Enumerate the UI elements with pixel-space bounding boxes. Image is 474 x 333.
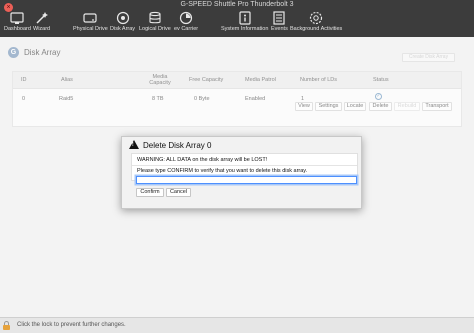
toolbar-dashboard[interactable]: Dashboard (4, 11, 31, 32)
toolbar-wizard[interactable]: Wizard (33, 11, 50, 32)
activity-icon (309, 11, 323, 25)
delete-disk-array-dialog: ! Delete Disk Array 0 WARNING: ALL DATA … (121, 136, 362, 209)
warning-text: WARNING: ALL DATA on the disk array will… (137, 157, 268, 163)
toolbar-label: System Information (221, 26, 269, 32)
toolbar-events[interactable]: Events (271, 11, 288, 32)
prompt-text: Please type CONFIRM to verify that you w… (137, 168, 308, 174)
toolbar-physical-drive[interactable]: Physical Drive (73, 11, 108, 32)
toolbar-label: Physical Drive (73, 26, 108, 32)
carrier-icon (179, 11, 193, 25)
dialog-title: Delete Disk Array 0 (143, 141, 212, 150)
toolbar-label: ev Carrier (174, 26, 199, 32)
cancel-button[interactable]: Cancel (166, 188, 191, 197)
toolbar-label: Dashboard (4, 26, 31, 32)
toolbar-system-information[interactable]: System Information (221, 11, 268, 32)
toolbar-label: Events (271, 26, 288, 32)
toolbar-label: Background Activities (290, 26, 343, 32)
toolbar-logical-drive[interactable]: Logical Drive (139, 11, 171, 32)
logical-drive-icon (148, 11, 162, 25)
warning-icon (129, 140, 139, 149)
drive-icon (83, 11, 98, 25)
events-icon (272, 11, 286, 25)
toolbar-label: Disk Array (110, 26, 136, 32)
dashboard-icon (10, 11, 25, 25)
window-title: G-SPEED Shuttle Pro Thunderbolt 3 (180, 1, 294, 8)
toolbar-disk-array[interactable]: Disk Array (110, 11, 135, 32)
confirm-input[interactable] (136, 176, 357, 184)
confirm-button[interactable]: Confirm (136, 188, 164, 197)
toolbar-ev-carrier[interactable]: ev Carrier (174, 11, 198, 32)
toolbar-label: Wizard (33, 26, 51, 32)
footer-bar: Click the lock to prevent further change… (0, 317, 474, 333)
footer-text: Click the lock to prevent further change… (17, 322, 126, 328)
toolbar-background-activities[interactable]: Background Activities (290, 11, 342, 32)
wand-icon (35, 11, 49, 25)
toolbar-label: Logical Drive (139, 26, 171, 32)
divider (132, 165, 357, 166)
info-icon (238, 11, 252, 25)
title-bar: × G-SPEED Shuttle Pro Thunderbolt 3 Dash… (0, 0, 474, 37)
disk-array-icon (116, 11, 130, 25)
lock-icon[interactable] (3, 321, 10, 330)
